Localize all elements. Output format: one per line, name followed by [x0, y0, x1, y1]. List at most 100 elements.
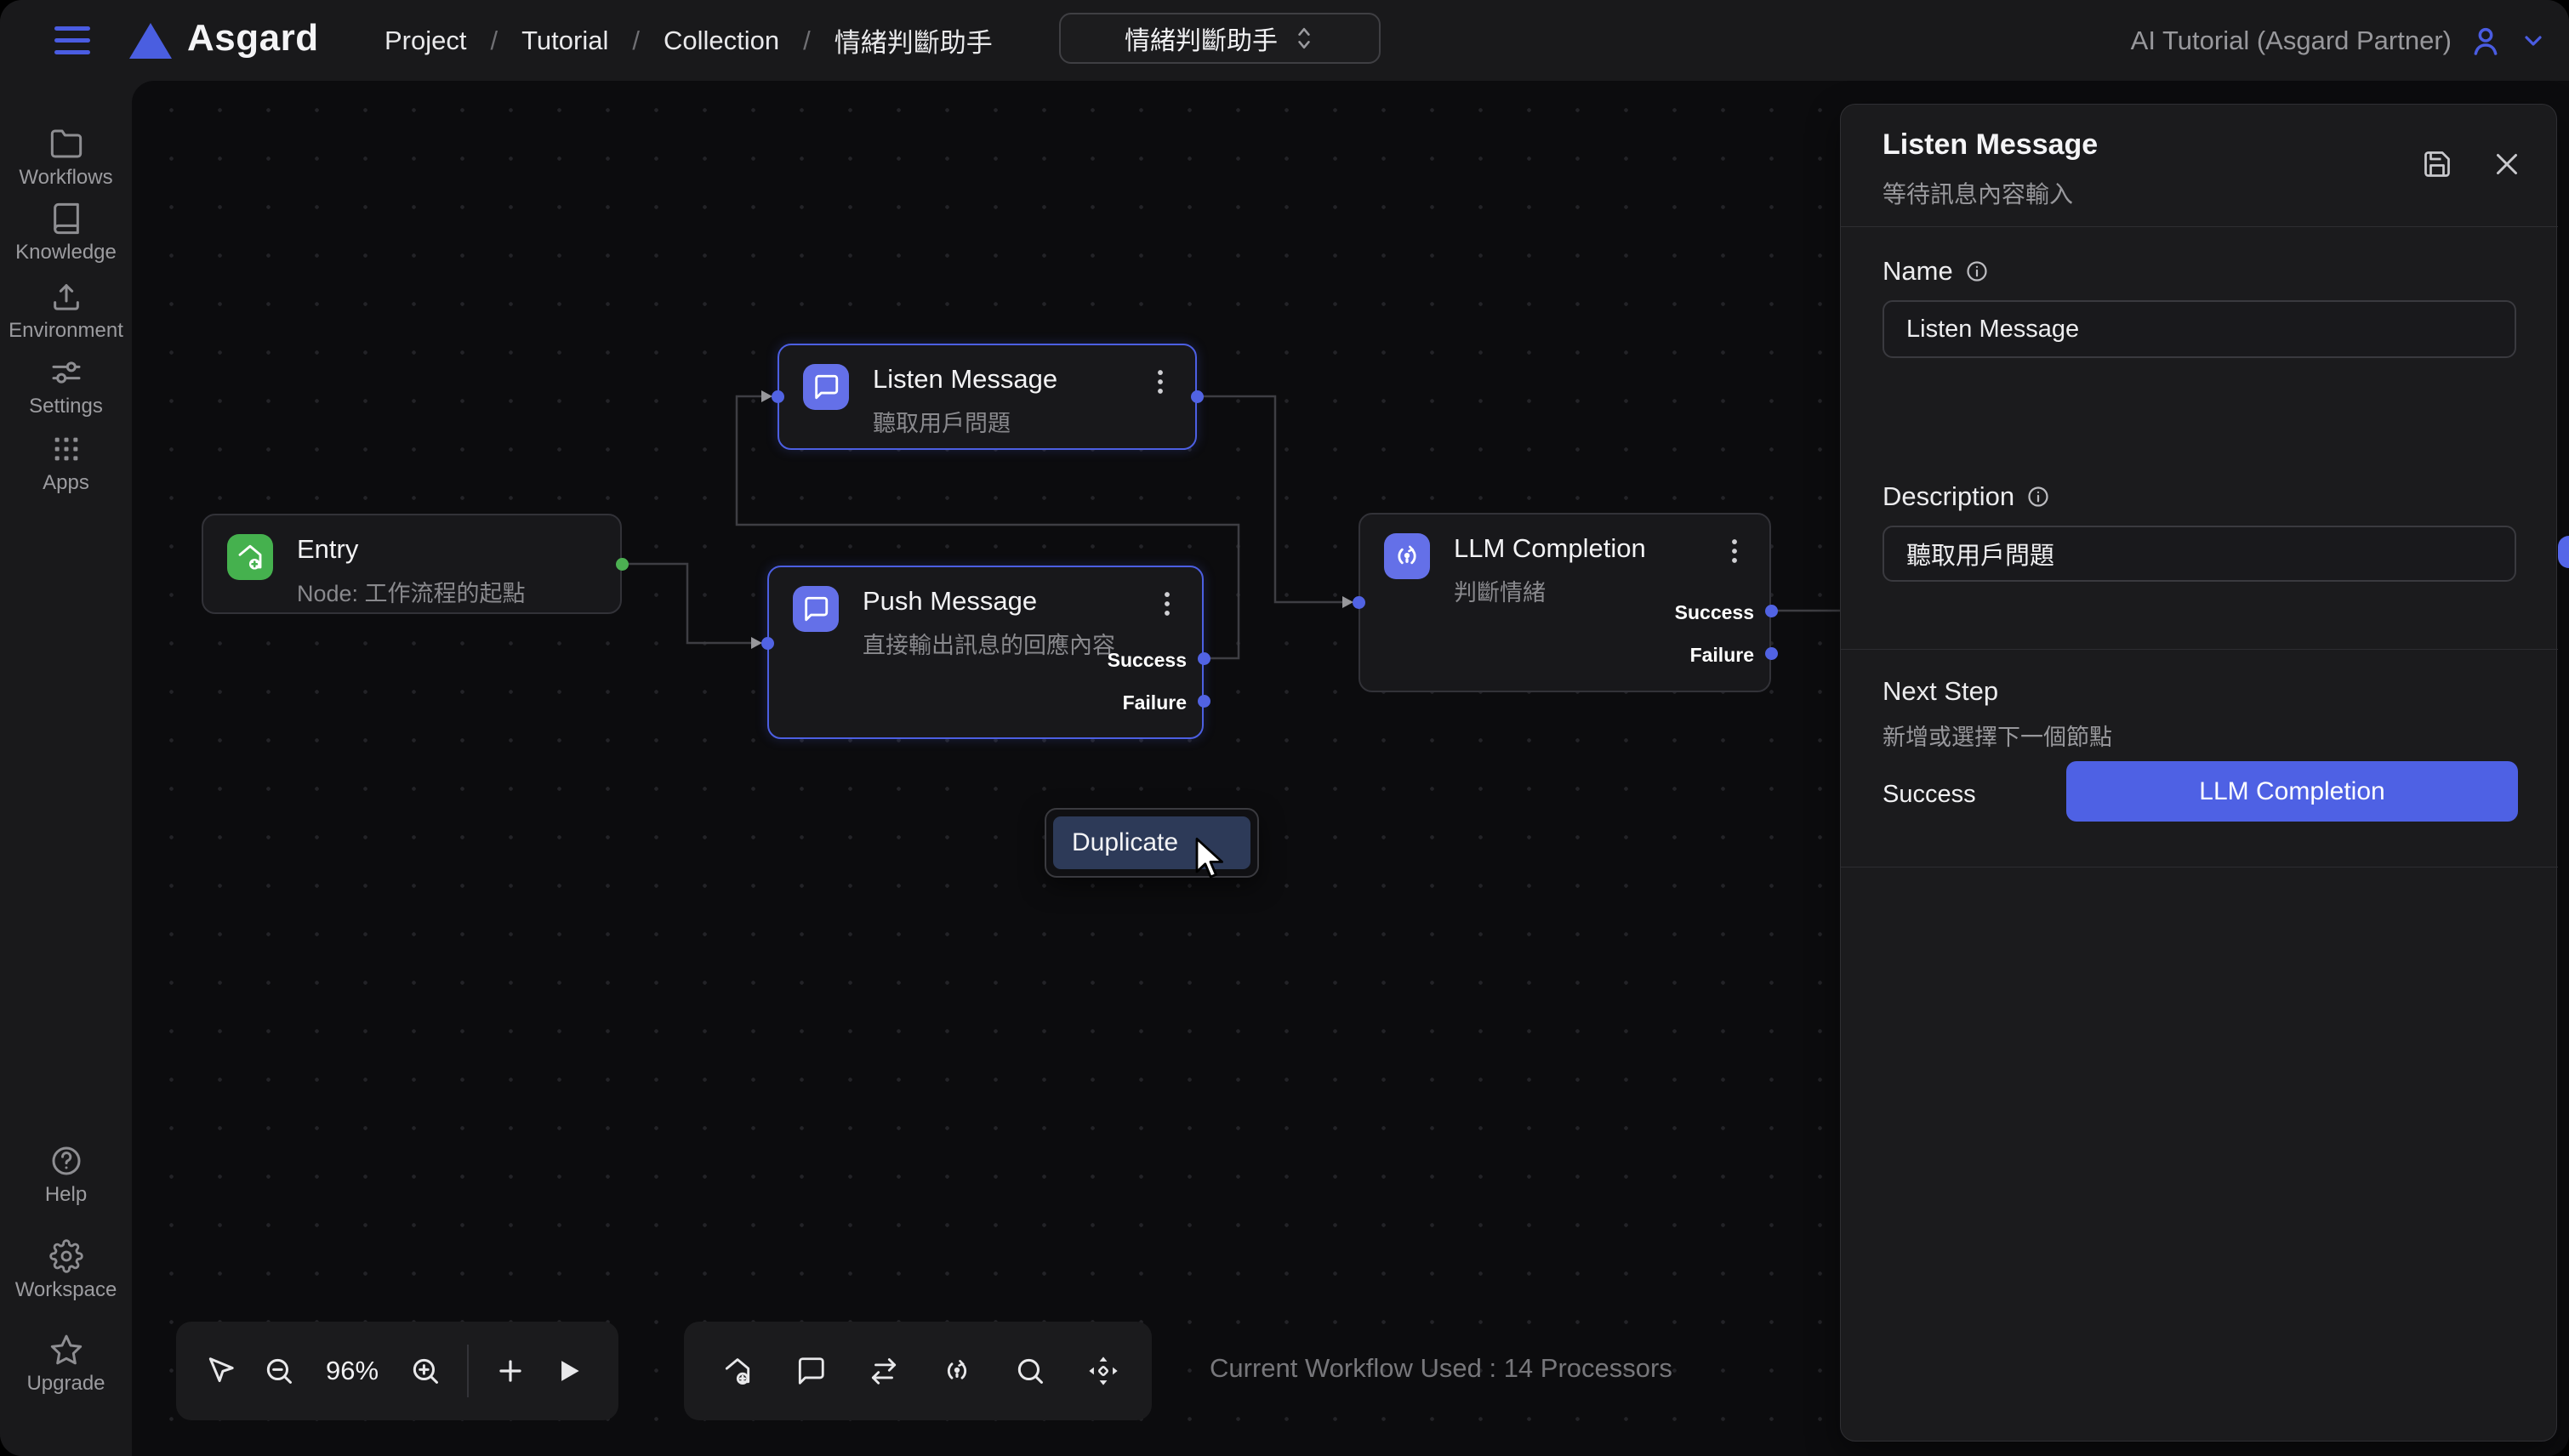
- port-llm-success[interactable]: [1765, 605, 1778, 617]
- workflow-usage-status: Current Workflow Used : 14 Processors: [1210, 1353, 1672, 1384]
- context-menu-item-duplicate[interactable]: Duplicate: [1053, 816, 1250, 869]
- breadcrumb-separator: /: [803, 26, 811, 56]
- port-push-failure[interactable]: [1198, 695, 1210, 708]
- sidebar-item-help[interactable]: Help: [0, 1144, 132, 1207]
- node-llm-completion[interactable]: LLM Completion 判斷情緒 Success Failure: [1359, 513, 1771, 692]
- port-llm-input[interactable]: [1353, 596, 1365, 609]
- chat-bubble-icon: [793, 586, 839, 632]
- chat-bubble-icon[interactable]: [795, 1355, 827, 1387]
- node-subtitle: Node: 工作流程的起點: [297, 575, 526, 608]
- panel-edge-handle[interactable]: [2558, 536, 2569, 568]
- description-field-label: Description: [1883, 481, 2050, 512]
- sliders-icon: [49, 355, 83, 390]
- zoom-out-icon[interactable]: [263, 1355, 295, 1387]
- sidebar-item-knowledge[interactable]: Knowledge: [0, 202, 132, 264]
- help-circle-icon: [49, 1144, 83, 1178]
- node-push-message[interactable]: Push Message 直接輸出訊息的回應內容 Success Failure: [767, 566, 1204, 739]
- chevron-up-down-icon: [1293, 24, 1315, 53]
- name-field-label: Name: [1883, 256, 1989, 287]
- port-push-success[interactable]: [1198, 652, 1210, 665]
- node-subtitle: 判斷情緒: [1454, 574, 1646, 607]
- next-step-title: Next Step: [1883, 676, 1998, 707]
- sidebar-item-apps[interactable]: Apps: [0, 432, 132, 495]
- home-plus-icon: [227, 534, 273, 580]
- swap-arrows-icon[interactable]: [868, 1355, 900, 1387]
- context-menu: Duplicate: [1045, 808, 1259, 878]
- play-icon[interactable]: [552, 1355, 584, 1387]
- next-step-target-button[interactable]: LLM Completion: [2066, 761, 2518, 822]
- panel-title: Listen Message: [1883, 128, 2098, 162]
- toolbar-divider: [467, 1345, 469, 1397]
- port-listen-output[interactable]: [1191, 390, 1204, 403]
- breadcrumb-workflow[interactable]: 情緒判斷助手: [834, 21, 993, 60]
- kebab-menu-icon[interactable]: [1154, 589, 1180, 618]
- save-icon[interactable]: [2422, 149, 2452, 179]
- next-step-subtitle: 新增或選擇下一個節點: [1883, 719, 2112, 752]
- description-input[interactable]: [1883, 526, 2516, 582]
- apps-grid-icon: [49, 432, 83, 466]
- app-window: Entry Node: 工作流程的起點 Listen Message 聽取用戶問…: [0, 0, 2569, 1456]
- account-label: AI Tutorial (Asgard Partner): [2131, 26, 2452, 56]
- node-title: Push Message: [863, 586, 1115, 617]
- info-icon: [1965, 259, 1989, 283]
- llm-sync-icon: [1384, 533, 1430, 579]
- book-icon: [49, 202, 83, 236]
- kebab-menu-icon[interactable]: [1148, 367, 1173, 396]
- user-icon: [2469, 24, 2503, 58]
- output-label-failure: Failure: [1690, 644, 1754, 667]
- output-label-success: Success: [1675, 601, 1754, 624]
- node-listen-message[interactable]: Listen Message 聽取用戶問題: [778, 344, 1197, 450]
- sidebar-item-upgrade[interactable]: Upgrade: [0, 1333, 132, 1396]
- workflow-selector[interactable]: 情緒判斷助手: [1059, 13, 1381, 64]
- next-step-row-label: Success: [1883, 781, 1976, 809]
- sidebar-item-environment[interactable]: Environment: [0, 280, 132, 343]
- plus-icon[interactable]: [494, 1355, 527, 1387]
- sidebar: Workflows Knowledge Environment: [0, 81, 132, 1456]
- port-llm-failure[interactable]: [1765, 647, 1778, 660]
- node-entry[interactable]: Entry Node: 工作流程的起點: [202, 514, 622, 614]
- asgard-logo-icon: [129, 23, 172, 59]
- search-icon[interactable]: [1014, 1355, 1046, 1387]
- info-icon: [2026, 485, 2050, 509]
- sidebar-item-workspace[interactable]: Workspace: [0, 1239, 132, 1302]
- close-icon[interactable]: [2492, 149, 2522, 179]
- canvas-toolbar-nodes: [684, 1322, 1152, 1420]
- breadcrumb-separator: /: [490, 26, 498, 56]
- output-label-success: Success: [1108, 649, 1187, 672]
- zoom-in-icon[interactable]: [409, 1355, 441, 1387]
- breadcrumb-tutorial[interactable]: Tutorial: [521, 26, 608, 56]
- node-title: LLM Completion: [1454, 533, 1646, 564]
- move-icon[interactable]: [1087, 1355, 1119, 1387]
- panel-divider: [1841, 226, 2558, 227]
- canvas-toolbar-zoom: 96%: [176, 1322, 618, 1420]
- port-entry-output[interactable]: [616, 558, 629, 571]
- sidebar-item-settings[interactable]: Settings: [0, 355, 132, 418]
- node-title: Listen Message: [873, 364, 1057, 395]
- node-subtitle: 直接輸出訊息的回應內容: [863, 627, 1115, 660]
- logo-text: Asgard: [187, 17, 319, 60]
- chat-bubble-icon: [803, 364, 849, 410]
- port-push-input[interactable]: [761, 637, 774, 650]
- node-subtitle: 聽取用戶問題: [873, 405, 1057, 438]
- account-area[interactable]: AI Tutorial (Asgard Partner): [2131, 0, 2547, 81]
- zoom-level: 96%: [321, 1356, 384, 1386]
- output-label-failure: Failure: [1123, 691, 1187, 714]
- home-plus-icon[interactable]: [721, 1355, 754, 1387]
- name-input[interactable]: [1883, 300, 2516, 358]
- select-cursor-icon[interactable]: [205, 1355, 237, 1387]
- node-title: Entry: [297, 534, 526, 565]
- breadcrumb-project[interactable]: Project: [384, 26, 466, 56]
- panel-subtitle: 等待訊息內容輸入: [1883, 176, 2073, 210]
- hamburger-menu-icon[interactable]: [54, 26, 90, 54]
- breadcrumb-collection[interactable]: Collection: [664, 26, 779, 56]
- chevron-down-icon: [2520, 27, 2547, 54]
- inspector-panel: Listen Message 等待訊息內容輸入 Name: [1840, 104, 2557, 1442]
- star-icon: [49, 1333, 83, 1367]
- sidebar-item-workflows[interactable]: Workflows: [0, 127, 132, 190]
- kebab-menu-icon[interactable]: [1722, 537, 1747, 566]
- llm-sync-icon[interactable]: [941, 1355, 973, 1387]
- breadcrumb-separator: /: [632, 26, 640, 56]
- upload-icon: [49, 280, 83, 314]
- top-bar: Asgard Project / Tutorial / Collection /…: [0, 0, 2569, 81]
- port-listen-input[interactable]: [772, 390, 784, 403]
